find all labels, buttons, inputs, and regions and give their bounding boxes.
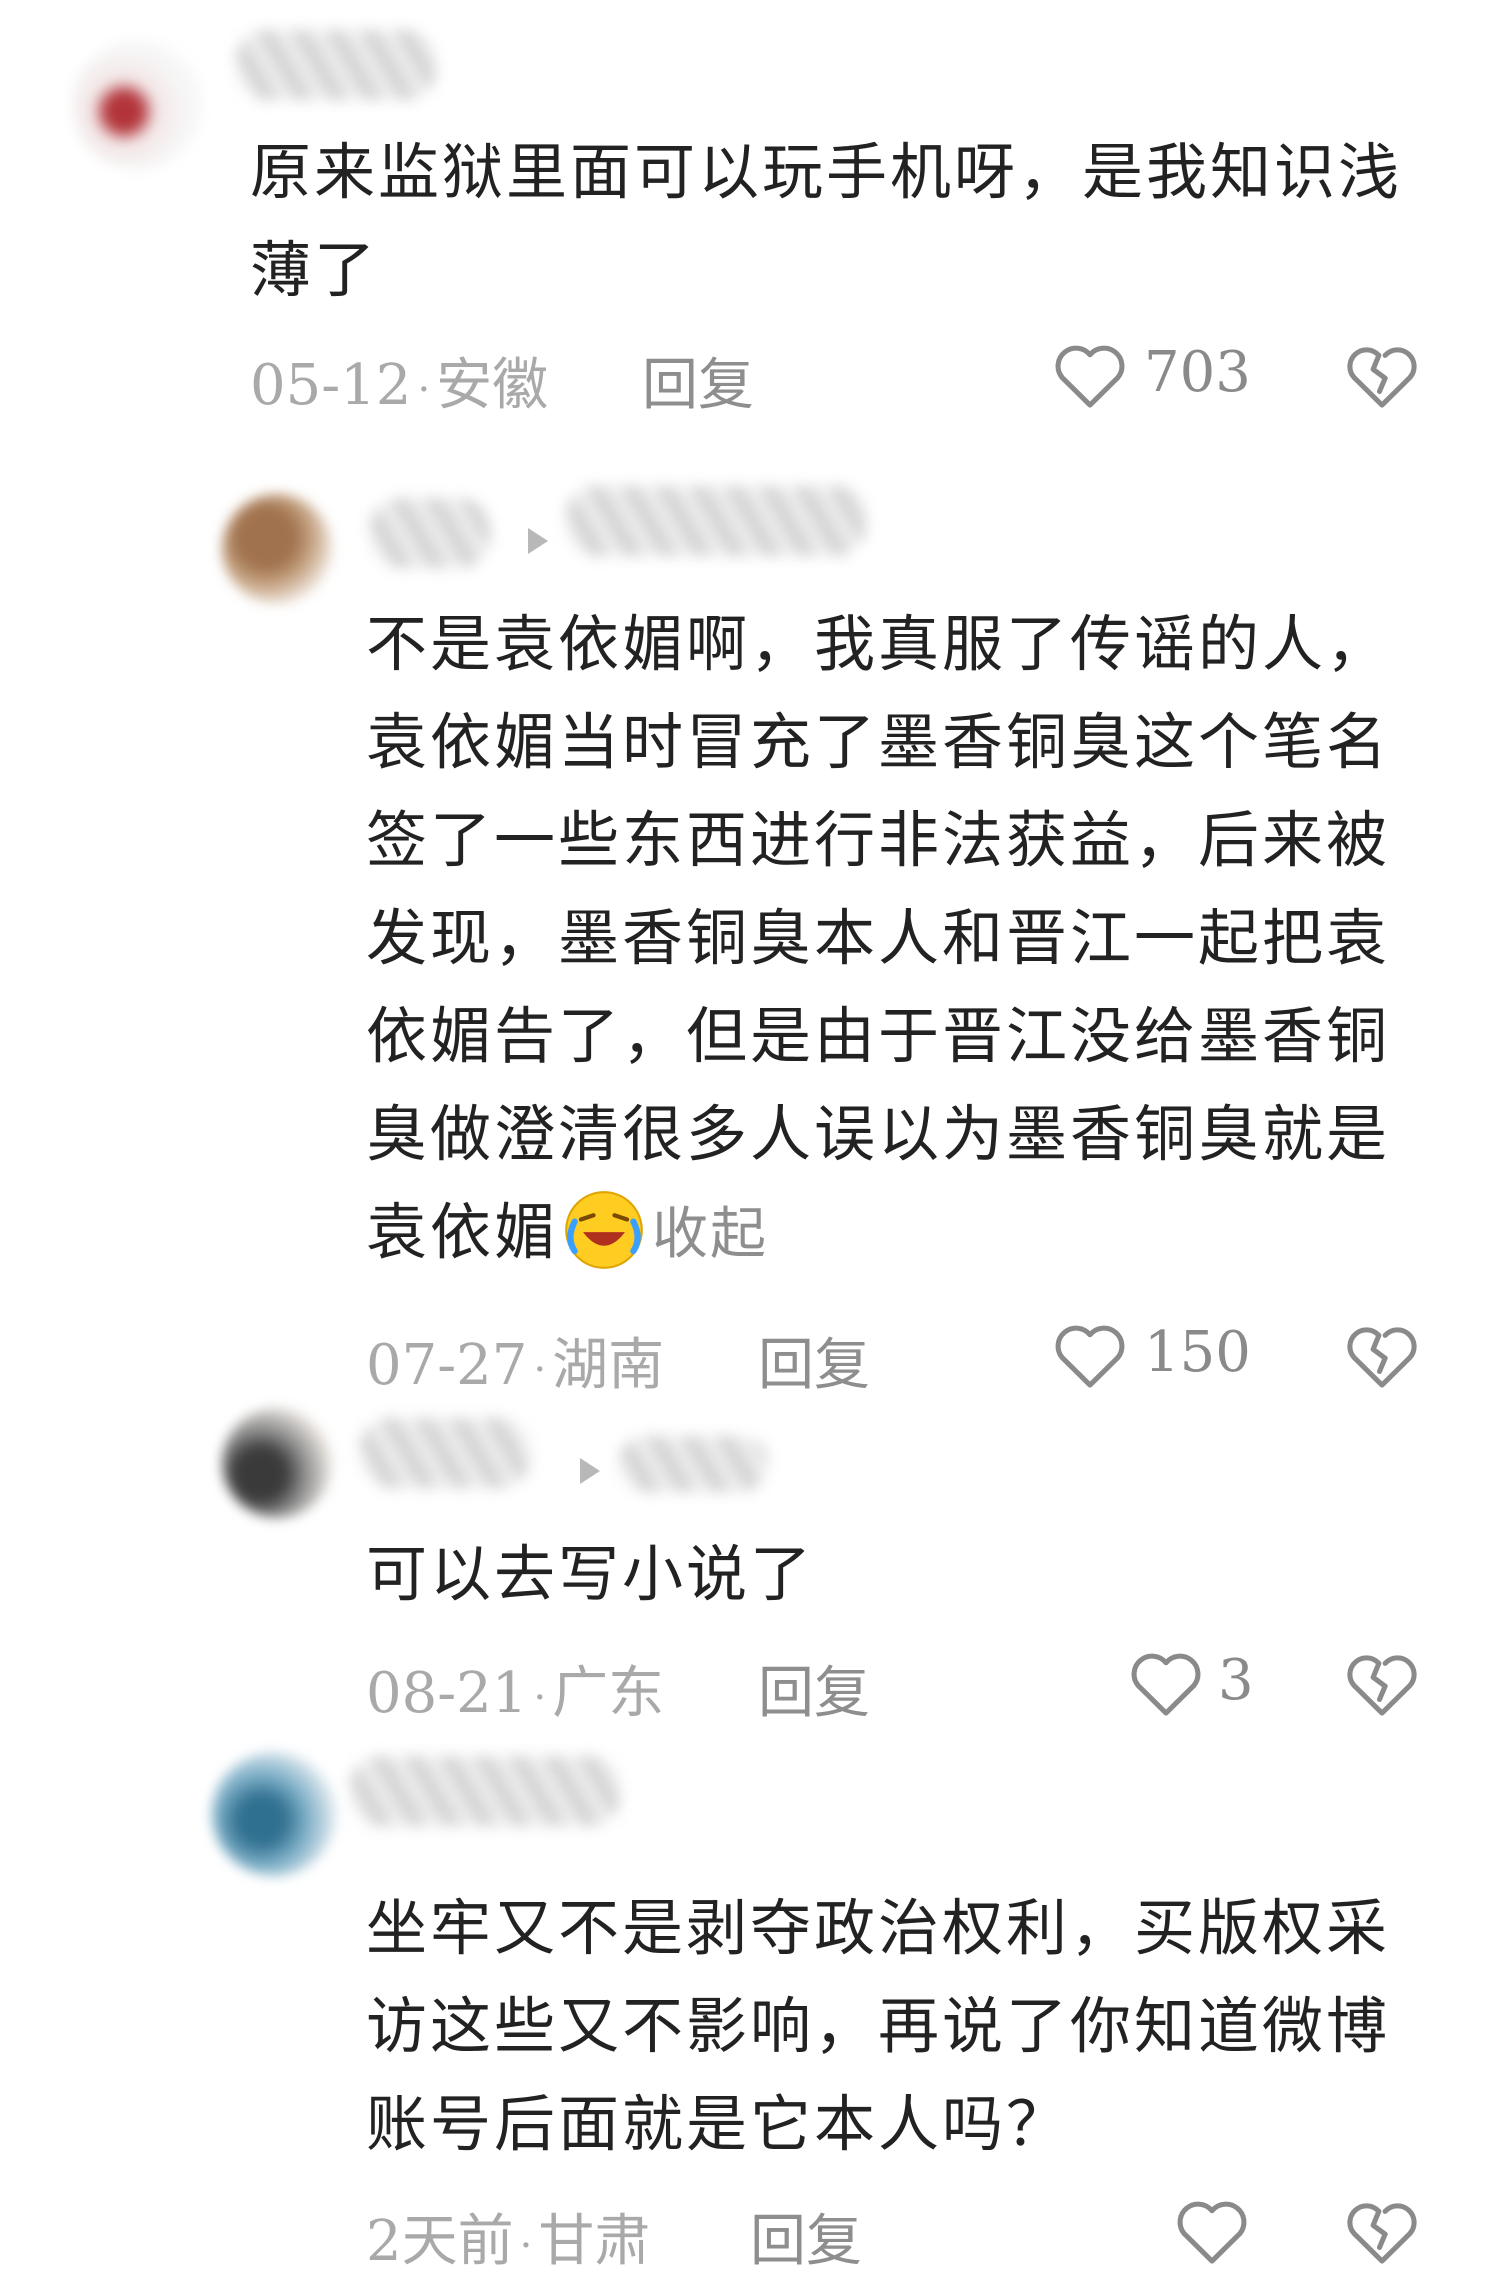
username[interactable] bbox=[236, 30, 436, 100]
reply-button[interactable]: 回复 bbox=[758, 1320, 870, 1401]
username[interactable] bbox=[360, 1418, 530, 1488]
reply-target-username[interactable] bbox=[566, 486, 866, 556]
collapse-button[interactable]: 收起 bbox=[652, 1202, 768, 1267]
avatar[interactable] bbox=[222, 1408, 332, 1518]
broken-heart-icon[interactable] bbox=[1344, 2196, 1420, 2266]
avatar[interactable] bbox=[222, 494, 332, 604]
reply-button[interactable]: 回复 bbox=[750, 2196, 862, 2277]
comment-date: 07-27 bbox=[366, 1333, 528, 1398]
reply-button[interactable]: 回复 bbox=[642, 340, 754, 421]
broken-heart-icon[interactable] bbox=[1344, 340, 1420, 410]
like-count: 150 bbox=[1144, 1320, 1251, 1385]
comment-location: 安徽 bbox=[436, 353, 549, 418]
like-count: 3 bbox=[1218, 1648, 1254, 1713]
comment-text: 原来监狱里面可以玩手机呀，是我知识浅薄了 bbox=[250, 137, 1403, 306]
laughing-crying-emoji bbox=[565, 1191, 643, 1270]
comment-date: 05-12 bbox=[250, 353, 412, 418]
reply-arrow-icon bbox=[580, 1458, 600, 1484]
avatar[interactable] bbox=[212, 1752, 336, 1876]
comment-meta: 2天前 · 甘肃 bbox=[366, 2209, 651, 2274]
comment-date: 08-21 bbox=[366, 1661, 528, 1726]
comment-location: 广东 bbox=[552, 1661, 665, 1726]
username[interactable] bbox=[350, 1756, 620, 1826]
comment-text: 不是袁依媚啊，我真服了传谣的人，袁依媚当时冒充了墨香铜臭这个笔名签了一些东西进行… bbox=[366, 596, 1436, 1284]
comment-text: 可以去写小说了 bbox=[366, 1539, 815, 1610]
username[interactable] bbox=[370, 498, 490, 568]
comment-location: 湖南 bbox=[552, 1333, 665, 1398]
reply-target-username[interactable] bbox=[618, 1436, 768, 1492]
reply-button[interactable]: 回复 bbox=[758, 1648, 870, 1729]
heart-icon[interactable] bbox=[1052, 340, 1128, 410]
comment-meta: 07-27 · 湖南 bbox=[366, 1333, 665, 1398]
comment-meta: 08-21 · 广东 bbox=[366, 1661, 665, 1726]
comment-location: 甘肃 bbox=[538, 2209, 651, 2274]
broken-heart-icon[interactable] bbox=[1344, 1320, 1420, 1390]
comment-date: 2天前 bbox=[366, 2209, 514, 2274]
heart-icon[interactable] bbox=[1174, 2196, 1250, 2266]
reply-arrow-icon bbox=[528, 528, 548, 554]
heart-icon[interactable] bbox=[1052, 1320, 1128, 1390]
avatar[interactable] bbox=[72, 40, 202, 170]
broken-heart-icon[interactable] bbox=[1344, 1648, 1420, 1718]
like-count: 703 bbox=[1144, 340, 1251, 405]
comment-text: 坐牢又不是剥夺政治权利，买版权采访这些又不影响，再说了你知道微博账号后面就是它本… bbox=[366, 1893, 1391, 2160]
heart-icon[interactable] bbox=[1128, 1648, 1204, 1718]
comment-meta: 05-12 · 安徽 bbox=[250, 353, 549, 418]
